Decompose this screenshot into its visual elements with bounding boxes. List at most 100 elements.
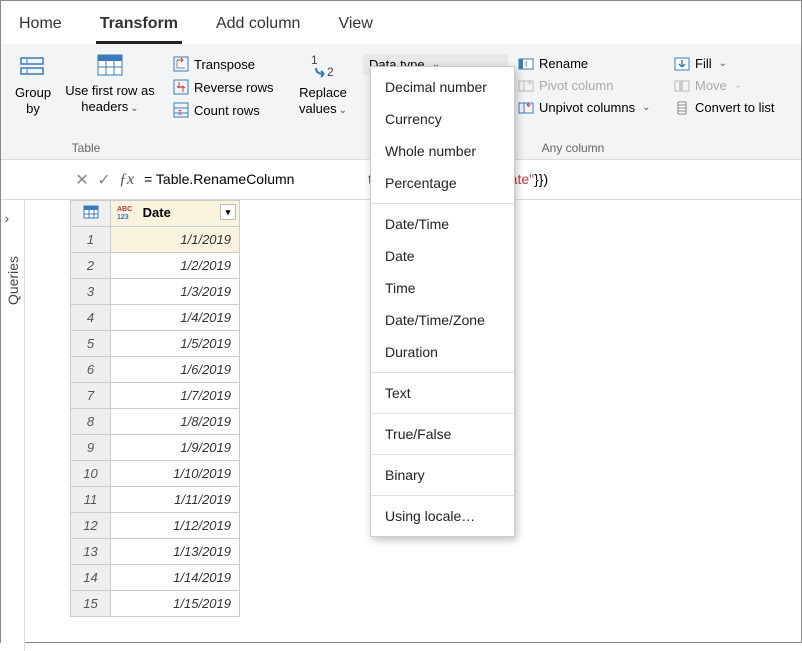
table-row[interactable]: 31/3/2019 — [71, 279, 240, 305]
reverse-rows-button[interactable]: Reverse rows — [169, 77, 277, 97]
cell-date[interactable]: 1/6/2019 — [111, 357, 240, 383]
column-header-date[interactable]: ABC123 Date ▾ — [111, 201, 240, 227]
row-number[interactable]: 13 — [71, 539, 111, 565]
row-number[interactable]: 9 — [71, 435, 111, 461]
table-row[interactable]: 51/5/2019 — [71, 331, 240, 357]
menu-currency[interactable]: Currency — [371, 103, 514, 135]
reverse-rows-icon — [173, 79, 189, 95]
table-row[interactable]: 141/14/2019 — [71, 565, 240, 591]
row-number[interactable]: 11 — [71, 487, 111, 513]
unpivot-columns-button[interactable]: Unpivot columns⌄ — [514, 98, 664, 117]
cell-date[interactable]: 1/2/2019 — [111, 253, 240, 279]
row-number[interactable]: 8 — [71, 409, 111, 435]
cell-date[interactable]: 1/14/2019 — [111, 565, 240, 591]
table-row[interactable]: 41/4/2019 — [71, 305, 240, 331]
table-row[interactable]: 121/12/2019 — [71, 513, 240, 539]
menu-date[interactable]: Date — [371, 240, 514, 272]
table-row[interactable]: 11/1/2019 — [71, 227, 240, 253]
chevron-down-icon: ⌄ — [719, 58, 727, 69]
count-rows-icon: Σ — [173, 102, 189, 118]
cell-date[interactable]: 1/1/2019 — [111, 227, 240, 253]
cell-date[interactable]: 1/13/2019 — [111, 539, 240, 565]
row-number[interactable]: 4 — [71, 305, 111, 331]
menu-using-locale[interactable]: Using locale… — [371, 500, 514, 532]
row-number[interactable]: 7 — [71, 383, 111, 409]
list-icon — [674, 101, 690, 115]
table-row[interactable]: 131/13/2019 — [71, 539, 240, 565]
row-number[interactable]: 10 — [71, 461, 111, 487]
tab-view[interactable]: View — [334, 9, 376, 44]
cell-date[interactable]: 1/15/2019 — [111, 591, 240, 617]
svg-text:1: 1 — [311, 54, 318, 67]
replace-values-button[interactable]: 12 Replace values⌄ — [293, 50, 353, 121]
svg-text:Σ: Σ — [178, 110, 183, 117]
menu-duration[interactable]: Duration — [371, 336, 514, 368]
table-row[interactable]: 81/8/2019 — [71, 409, 240, 435]
transpose-icon — [173, 56, 189, 72]
row-number[interactable]: 6 — [71, 357, 111, 383]
menu-true-false[interactable]: True/False — [371, 418, 514, 450]
cell-date[interactable]: 1/4/2019 — [111, 305, 240, 331]
tab-home[interactable]: Home — [15, 9, 66, 44]
chevron-down-icon: ⌄ — [339, 105, 347, 116]
menu-decimal-number[interactable]: Decimal number — [371, 71, 514, 103]
cell-date[interactable]: 1/12/2019 — [111, 513, 240, 539]
menu-percentage[interactable]: Percentage — [371, 167, 514, 199]
cell-date[interactable]: 1/5/2019 — [111, 331, 240, 357]
row-number[interactable]: 15 — [71, 591, 111, 617]
rename-button[interactable]: I Rename — [514, 54, 664, 73]
chevron-down-icon: ⌄ — [642, 102, 650, 113]
cell-date[interactable]: 1/9/2019 — [111, 435, 240, 461]
svg-text:ABC: ABC — [117, 206, 132, 213]
table-row[interactable]: 101/10/2019 — [71, 461, 240, 487]
abc123-type-icon[interactable]: ABC123 — [117, 203, 135, 224]
count-rows-button[interactable]: Σ Count rows — [169, 100, 277, 120]
use-first-row-button[interactable]: Use first row as headers⌄ — [60, 50, 160, 119]
cancel-formula-icon[interactable]: ✕ — [71, 169, 93, 191]
menu-date-time[interactable]: Date/Time — [371, 208, 514, 240]
group-by-icon — [20, 54, 46, 83]
group-by-button[interactable]: Group by — [12, 50, 54, 120]
chevron-down-icon: ⌄ — [130, 103, 138, 114]
row-number[interactable]: 3 — [71, 279, 111, 305]
fill-button[interactable]: Fill⌄ — [670, 54, 778, 73]
row-number[interactable]: 14 — [71, 565, 111, 591]
convert-to-list-button[interactable]: Convert to list — [670, 98, 778, 117]
table-row[interactable]: 21/2/2019 — [71, 253, 240, 279]
queries-panel-toggle[interactable]: › Queries — [1, 200, 25, 651]
cell-date[interactable]: 1/10/2019 — [111, 461, 240, 487]
menu-time[interactable]: Time — [371, 272, 514, 304]
group-label-table: Table — [72, 139, 101, 157]
chevron-right-icon: › — [5, 210, 21, 226]
cell-date[interactable]: 1/7/2019 — [111, 383, 240, 409]
chevron-down-icon: ⌄ — [734, 80, 742, 91]
accept-formula-icon[interactable]: ✓ — [93, 169, 115, 191]
column-filter-dropdown[interactable]: ▾ — [220, 204, 236, 220]
table-row[interactable]: 111/11/2019 — [71, 487, 240, 513]
menu-date-time-zone[interactable]: Date/Time/Zone — [371, 304, 514, 336]
fx-icon[interactable]: ƒx — [119, 171, 134, 189]
fill-down-icon — [674, 57, 690, 71]
row-number[interactable]: 2 — [71, 253, 111, 279]
row-number[interactable]: 5 — [71, 331, 111, 357]
tab-add-column[interactable]: Add column — [212, 9, 305, 44]
transpose-button[interactable]: Transpose — [169, 54, 277, 74]
cell-date[interactable]: 1/11/2019 — [111, 487, 240, 513]
select-all-corner[interactable] — [71, 201, 111, 227]
svg-text:2: 2 — [327, 65, 334, 78]
cell-date[interactable]: 1/3/2019 — [111, 279, 240, 305]
tab-transform[interactable]: Transform — [96, 9, 182, 44]
table-row[interactable]: 91/9/2019 — [71, 435, 240, 461]
table-header-icon — [97, 54, 123, 81]
menu-text[interactable]: Text — [371, 377, 514, 409]
row-number[interactable]: 1 — [71, 227, 111, 253]
table-row[interactable]: 61/6/2019 — [71, 357, 240, 383]
menu-binary[interactable]: Binary — [371, 459, 514, 491]
svg-text:123: 123 — [117, 214, 129, 221]
svg-text:I: I — [525, 60, 527, 69]
table-row[interactable]: 71/7/2019 — [71, 383, 240, 409]
table-row[interactable]: 151/15/2019 — [71, 591, 240, 617]
menu-whole-number[interactable]: Whole number — [371, 135, 514, 167]
cell-date[interactable]: 1/8/2019 — [111, 409, 240, 435]
row-number[interactable]: 12 — [71, 513, 111, 539]
